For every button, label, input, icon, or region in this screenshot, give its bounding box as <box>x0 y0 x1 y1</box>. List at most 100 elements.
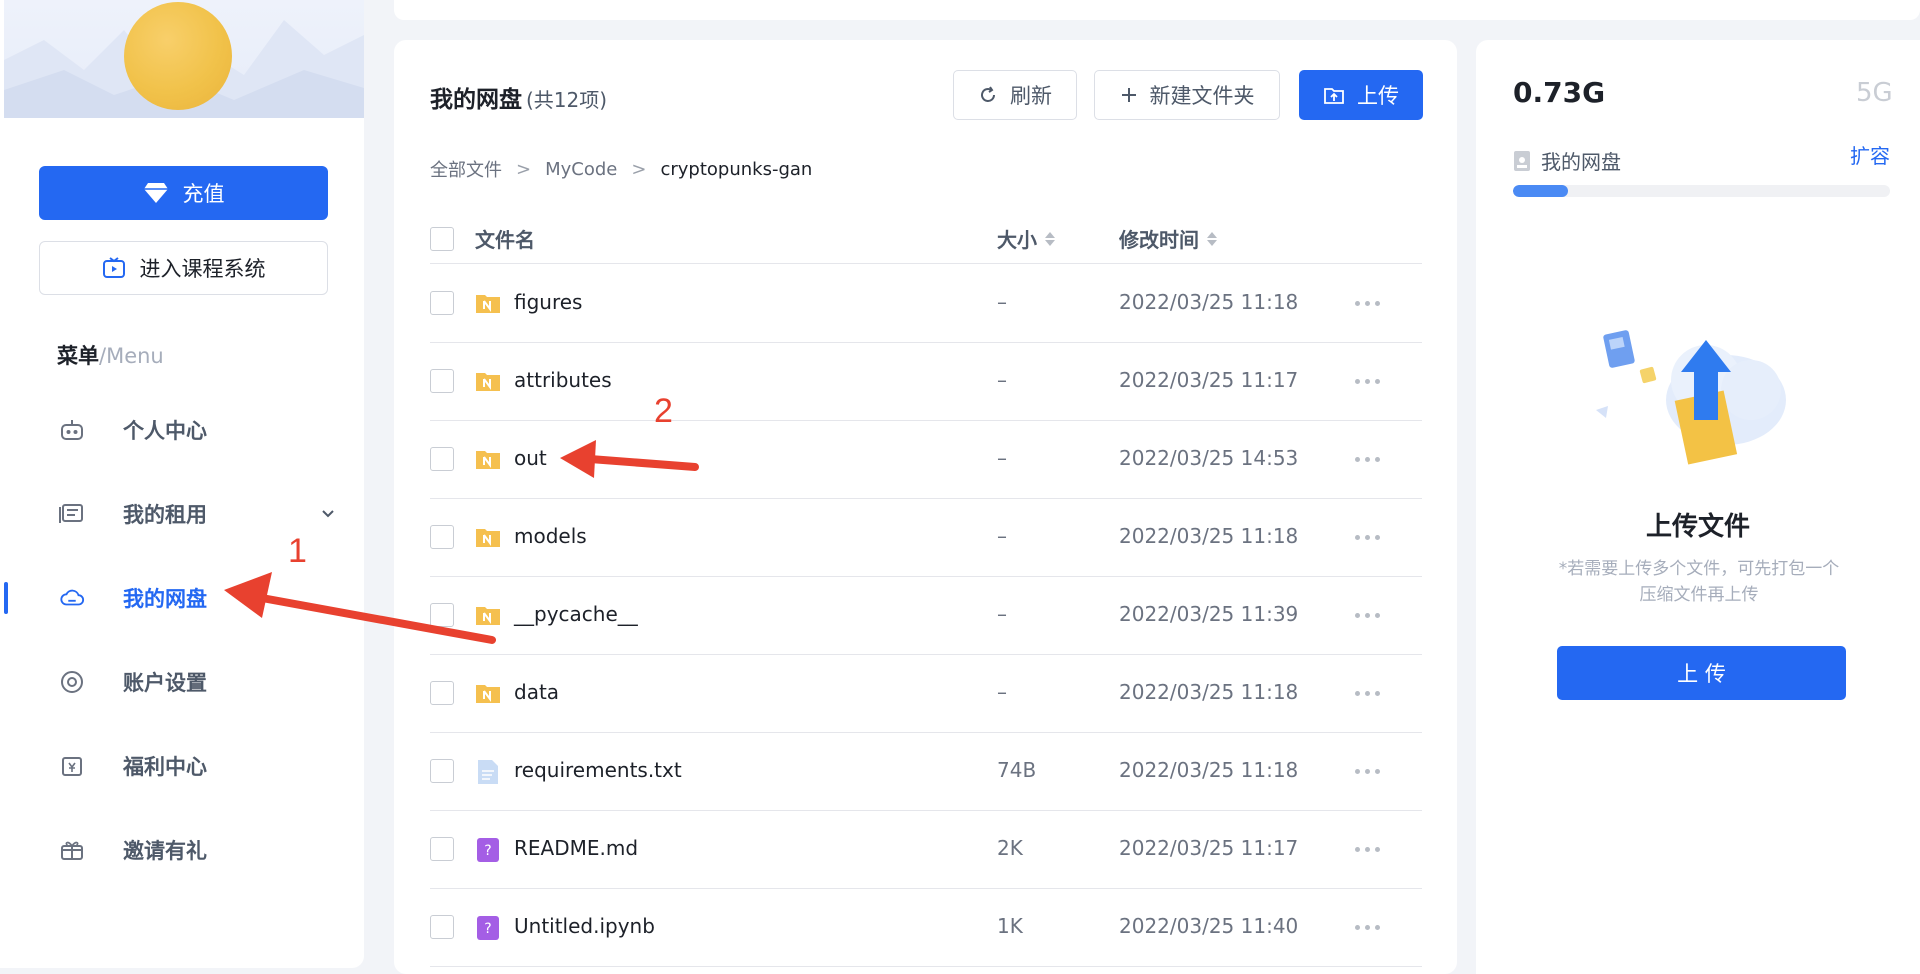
chevron-down-icon[interactable] <box>320 502 336 531</box>
sidebar-item-invite[interactable]: 邀请有礼 <box>0 826 364 874</box>
sidebar-item-label: 账户设置 <box>123 671 207 695</box>
coupon-icon <box>59 754 85 778</box>
column-header-modified-label: 修改时间 <box>1119 228 1199 252</box>
select-all-checkbox[interactable] <box>430 227 454 251</box>
sidebar-item-label: 我的租用 <box>123 503 207 527</box>
more-actions-icon[interactable] <box>1355 925 1380 930</box>
file-list: figures – 2022/03/25 11:18 attributes – 2022/… <box>430 265 1422 967</box>
more-actions-icon[interactable] <box>1355 301 1380 306</box>
menu-heading-zh: 菜单 <box>57 344 99 368</box>
more-actions-icon[interactable] <box>1355 847 1380 852</box>
file-name[interactable]: out <box>514 446 547 470</box>
breadcrumb-item[interactable]: 全部文件 <box>430 156 502 182</box>
file-name[interactable]: __pycache__ <box>514 602 638 626</box>
row-checkbox[interactable] <box>430 915 454 939</box>
file-modified-time: 2022/03/25 11:18 <box>1119 758 1299 782</box>
gift-icon <box>59 838 85 862</box>
file-row[interactable]: requirements.txt 74B 2022/03/25 11:18 <box>430 733 1422 811</box>
file-size: 1K <box>997 914 1023 938</box>
row-checkbox[interactable] <box>430 837 454 861</box>
more-actions-icon[interactable] <box>1355 535 1380 540</box>
file-row[interactable]: ? Untitled.ipynb 1K 2022/03/25 11:40 <box>430 889 1422 967</box>
breadcrumb-separator: > <box>631 158 647 180</box>
more-actions-icon[interactable] <box>1355 691 1380 696</box>
file-modified-time: 2022/03/25 11:17 <box>1119 368 1299 392</box>
sidebar-item-rentals[interactable]: 我的租用 <box>0 490 364 538</box>
breadcrumb-item[interactable]: MyCode <box>545 159 617 180</box>
folder-icon <box>475 291 501 315</box>
breadcrumb-current: cryptopunks-gan <box>660 158 813 180</box>
storage-panel: 0.73G 5G 我的网盘 扩容 上传文件 *若需要上传多个文件，可先打包一个压… <box>1476 40 1920 974</box>
file-row[interactable]: attributes – 2022/03/25 11:17 <box>430 343 1422 421</box>
column-header-size-label: 大小 <box>997 228 1037 252</box>
sidebar-item-netdisk[interactable]: 我的网盘 <box>0 574 364 622</box>
enter-course-label: 进入课程系统 <box>139 257 266 281</box>
row-checkbox[interactable] <box>430 291 454 315</box>
expand-storage-link[interactable]: 扩容 <box>1850 140 1890 169</box>
folder-icon <box>475 525 501 549</box>
row-checkbox[interactable] <box>430 369 454 393</box>
file-modified-time: 2022/03/25 11:17 <box>1119 836 1299 860</box>
storage-label: 我的网盘 <box>1513 146 1621 175</box>
file-row[interactable]: models – 2022/03/25 11:18 <box>430 499 1422 577</box>
file-modified-time: 2022/03/25 11:18 <box>1119 680 1299 704</box>
row-checkbox[interactable] <box>430 447 454 471</box>
sort-icon <box>1045 231 1055 246</box>
file-size: – <box>997 368 1007 392</box>
file-name[interactable]: figures <box>514 290 582 314</box>
row-checkbox[interactable] <box>430 759 454 783</box>
refresh-button[interactable]: 刷新 <box>953 70 1077 120</box>
cloud-icon <box>59 586 85 610</box>
file-row[interactable]: __pycache__ – 2022/03/25 11:39 <box>430 577 1422 655</box>
file-name[interactable]: models <box>514 524 587 548</box>
more-actions-icon[interactable] <box>1355 457 1380 462</box>
column-header-name: 文件名 <box>475 228 535 252</box>
file-row[interactable]: figures – 2022/03/25 11:18 <box>430 265 1422 343</box>
file-name[interactable]: Untitled.ipynb <box>514 914 655 938</box>
enter-course-button[interactable]: 进入课程系统 <box>39 241 328 295</box>
sidebar-item-label: 福利中心 <box>123 755 207 779</box>
file-row[interactable]: data – 2022/03/25 11:18 <box>430 655 1422 733</box>
upload-hint: *若需要上传多个文件，可先打包一个压缩文件再上传 <box>1558 559 1840 605</box>
recharge-button[interactable]: 充值 <box>39 166 328 220</box>
sidebar-item-profile[interactable]: 个人中心 <box>0 406 364 454</box>
row-checkbox[interactable] <box>430 603 454 627</box>
file-name[interactable]: data <box>514 680 559 704</box>
file-name[interactable]: attributes <box>514 368 612 392</box>
storage-usage-bar <box>1513 185 1890 197</box>
svg-text:?: ? <box>484 843 491 859</box>
breadcrumb-separator: > <box>516 158 532 180</box>
column-header-size[interactable]: 大小 <box>997 224 1055 253</box>
file-panel: 我的网盘 (共12项) 刷新 新建文件夹 上传 全部文件 > MyCode > c… <box>394 40 1457 974</box>
row-checkbox[interactable] <box>430 525 454 549</box>
row-checkbox[interactable] <box>430 681 454 705</box>
sidebar-item-label: 个人中心 <box>123 419 207 443</box>
new-folder-label: 新建文件夹 <box>1149 84 1255 108</box>
new-folder-button[interactable]: 新建文件夹 <box>1094 70 1280 120</box>
page-title-text: 我的网盘 <box>430 87 522 113</box>
sort-icon <box>1207 231 1217 246</box>
upload-file-button[interactable]: 上 传 <box>1557 646 1846 700</box>
file-size: – <box>997 602 1007 626</box>
more-actions-icon[interactable] <box>1355 769 1380 774</box>
folder-icon <box>475 681 501 705</box>
file-size: – <box>997 524 1007 548</box>
sidebar-item-account-settings[interactable]: 账户设置 <box>0 658 364 706</box>
folder-icon <box>475 369 501 393</box>
file-modified-time: 2022/03/25 11:39 <box>1119 602 1299 626</box>
upload-button[interactable]: 上传 <box>1299 70 1423 120</box>
robot-icon <box>59 418 85 442</box>
sidebar-item-benefits[interactable]: 福利中心 <box>0 742 364 790</box>
file-row[interactable]: ? README.md 2K 2022/03/25 11:17 <box>430 811 1422 889</box>
more-actions-icon[interactable] <box>1355 379 1380 384</box>
upload-title: 上传文件 <box>1645 512 1750 542</box>
file-name[interactable]: requirements.txt <box>514 758 682 782</box>
sidebar-item-label: 邀请有礼 <box>123 839 207 863</box>
text-file-icon <box>475 759 501 784</box>
file-modified-time: 2022/03/25 11:18 <box>1119 524 1299 548</box>
file-name[interactable]: README.md <box>514 836 638 860</box>
svg-text:?: ? <box>484 921 491 937</box>
more-actions-icon[interactable] <box>1355 613 1380 618</box>
file-row[interactable]: out – 2022/03/25 14:53 <box>430 421 1422 499</box>
column-header-modified[interactable]: 修改时间 <box>1119 224 1217 253</box>
